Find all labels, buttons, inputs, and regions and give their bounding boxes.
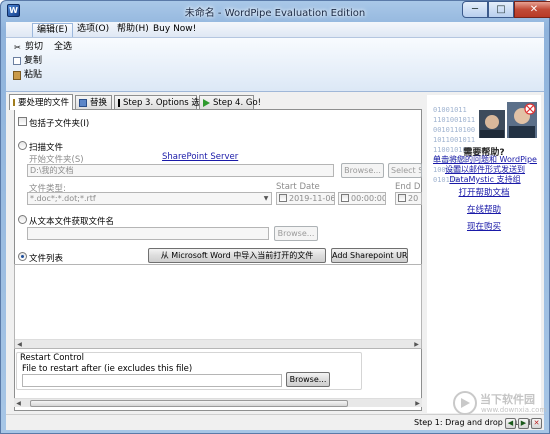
tab-options-label: Step 3. Options 选项 xyxy=(123,97,209,108)
watermark-icon xyxy=(453,391,477,415)
restart-control-label: Restart Control xyxy=(19,353,85,363)
replace-icon xyxy=(79,98,87,107)
menu-options[interactable]: 选项(O) xyxy=(73,23,113,37)
edit-ribbon: ✂ 剪切 全选 复制 粘贴 xyxy=(6,38,544,92)
scroll-right-icon[interactable]: ▶ xyxy=(413,399,422,408)
paste-button[interactable]: 粘贴 xyxy=(13,69,42,81)
tab-files[interactable]: 要处理的文件 xyxy=(9,94,73,110)
tab-strip: 要处理的文件 替换 Step 3. Options 选项 Step 4. Go! xyxy=(6,94,426,110)
cut-label: 剪切 xyxy=(25,42,44,52)
scan-files-label: 扫描文件 xyxy=(29,143,64,153)
tab-replace[interactable]: 替换 xyxy=(75,95,112,109)
svg-text:1011001011: 1011001011 xyxy=(433,136,475,144)
forward-arrow-icon[interactable]: ▶ xyxy=(518,418,529,429)
tab-go[interactable]: Step 4. Go! xyxy=(199,95,261,109)
tab-go-label: Step 4. Go! xyxy=(213,97,262,108)
start-folder-input[interactable]: D:\我的文档 xyxy=(27,164,334,177)
online-help-link[interactable]: 在线帮助 xyxy=(427,203,541,215)
menu-bar: 编辑(E) 选项(O) 帮助(H) Buy Now! xyxy=(6,22,544,38)
end-date-value: 20 xyxy=(408,194,419,203)
start-time-checkbox[interactable] xyxy=(341,194,349,202)
open-help-link[interactable]: 打开帮助文档 xyxy=(427,186,541,198)
file-list-radio[interactable] xyxy=(18,252,27,261)
file-types-combo[interactable]: *.doc*;*.dot;*.rtf ▼ xyxy=(27,192,272,205)
watermark-logo: 当下软件园 www.downxia.com xyxy=(452,390,547,416)
tab-files-label: 要处理的文件 xyxy=(18,97,70,108)
watermark-url: www.downxia.com xyxy=(481,406,547,414)
start-time-input[interactable]: 00:00:00 xyxy=(338,192,386,205)
start-time-value: 00:00:00 xyxy=(351,194,386,203)
copy-icon xyxy=(13,57,21,65)
browse-folder-button[interactable]: Browse... xyxy=(341,163,384,178)
start-date-checkbox[interactable] xyxy=(279,194,287,202)
scan-files-radio[interactable] xyxy=(18,141,27,150)
end-date-label: End D xyxy=(395,182,421,192)
buy-now-link[interactable]: 现在购买 xyxy=(427,220,541,232)
include-subfolders-checkbox[interactable] xyxy=(18,117,27,126)
file-to-restart-label: File to restart after (ie excludes this … xyxy=(22,364,193,374)
menu-buy-now[interactable]: Buy Now! xyxy=(149,23,200,37)
tab-options[interactable]: Step 3. Options 选项 xyxy=(114,95,208,109)
scissors-icon: ✂ xyxy=(14,42,21,52)
tab-replace-label: 替换 xyxy=(90,97,108,108)
back-arrow-icon[interactable]: ◀ xyxy=(505,418,516,429)
folder-icon xyxy=(13,99,15,106)
browse-restart-button[interactable]: Browse... xyxy=(286,372,330,387)
stop-icon[interactable]: ✕ xyxy=(531,418,542,429)
menu-help[interactable]: 帮助(H) xyxy=(113,23,153,37)
sharepoint-server-link[interactable]: SharePoint Server xyxy=(162,152,238,162)
file-list-box[interactable]: ◀ ▶ xyxy=(14,264,422,349)
file-list-hscrollbar[interactable]: ◀ ▶ xyxy=(15,339,421,348)
copy-button[interactable]: 复制 xyxy=(13,55,42,67)
restart-file-input[interactable] xyxy=(22,374,282,387)
email-support-link[interactable]: 单击将您的问题和 WordPipe 设置以邮件形式发送到 DataMystic … xyxy=(432,155,538,185)
status-bar: Step 1: Drag and drop your fi xyxy=(6,414,544,430)
svg-text:01001011: 01001011 xyxy=(433,106,467,114)
text-file-input[interactable] xyxy=(27,227,269,240)
include-subfolders-label: 包括子文件夹(I) xyxy=(29,119,90,129)
scroll-thumb[interactable] xyxy=(30,400,348,407)
scroll-right-icon[interactable]: ▶ xyxy=(412,340,421,349)
play-icon xyxy=(203,98,210,107)
svg-text:0010110100: 0010110100 xyxy=(433,126,475,134)
close-button[interactable]: ✕ xyxy=(514,1,550,18)
from-text-file-label: 从文本文件获取文件名 xyxy=(29,217,115,227)
title-bar[interactable]: W 未命名 - WordPipe Evaluation Edition ─ □ … xyxy=(0,0,550,22)
file-types-value: *.doc*;*.dot;*.rtf xyxy=(30,194,96,203)
select-all-label: 全选 xyxy=(54,42,73,52)
menu-edit[interactable]: 编辑(E) xyxy=(32,23,73,37)
import-from-word-button[interactable]: 从 Microsoft Word 中导入当前打开的文件 xyxy=(148,248,326,263)
from-text-file-radio[interactable] xyxy=(18,215,27,224)
start-date-value: 2019-11-06 xyxy=(289,194,335,203)
svg-text:1101001011: 1101001011 xyxy=(433,116,475,124)
paste-icon xyxy=(13,70,21,80)
scroll-left-icon[interactable]: ◀ xyxy=(14,399,23,408)
paste-label: 粘贴 xyxy=(24,70,43,80)
start-date-label: Start Date xyxy=(276,182,320,192)
scroll-left-icon[interactable]: ◀ xyxy=(15,340,24,349)
start-date-input[interactable]: 2019-11-06 xyxy=(276,192,335,205)
select-all-button[interactable]: 全选 xyxy=(54,41,72,53)
end-date-checkbox[interactable] xyxy=(398,194,406,202)
end-date-input[interactable]: 20 xyxy=(395,192,422,205)
file-list-label: 文件列表 xyxy=(29,254,64,264)
browse-text-file-button[interactable]: Browse... xyxy=(274,226,318,241)
options-icon xyxy=(118,98,120,107)
minimize-button[interactable]: ─ xyxy=(462,1,488,18)
panel-hscrollbar[interactable]: ◀ ▶ xyxy=(14,398,422,407)
select-site-button[interactable]: Select Site xyxy=(388,163,422,178)
maximize-button[interactable]: □ xyxy=(488,1,514,18)
caption-buttons: ─ □ ✕ xyxy=(462,1,550,19)
chevron-down-icon: ▼ xyxy=(263,195,269,202)
add-sharepoint-url-button[interactable]: Add Sharepoint URL xyxy=(331,248,408,263)
copy-label: 复制 xyxy=(24,56,43,66)
watermark-brand: 当下软件园 xyxy=(480,393,535,406)
cut-button[interactable]: ✂ 剪切 xyxy=(13,41,43,53)
